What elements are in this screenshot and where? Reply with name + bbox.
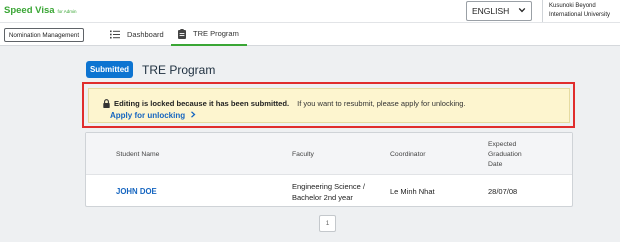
apply-for-unlocking-label: Apply for unlocking xyxy=(110,111,186,120)
logo-sub-text: for Admin xyxy=(57,9,77,14)
university-line-1: Kusunoki Beyond xyxy=(549,3,596,9)
language-value: ENGLISH xyxy=(472,6,510,16)
logo-main-text: Speed Visa xyxy=(4,5,55,16)
notice-message: Editing is locked because it has been su… xyxy=(103,99,466,108)
header-grad-line-1: Expected xyxy=(488,141,517,148)
nominations-table: Student Name Faculty Coordinator Expecte… xyxy=(85,132,573,207)
tab-dashboard-label: Dashboard xyxy=(127,30,164,39)
header-coordinator: Coordinator xyxy=(390,151,426,158)
graduation-date-cell: 28/07/08 xyxy=(488,187,518,196)
coordinator-cell: Le Minh Nhat xyxy=(390,187,435,196)
header-grad-line-3: Date xyxy=(488,161,503,168)
app-logo[interactable]: Speed Visa for Admin xyxy=(4,5,77,16)
list-icon xyxy=(110,30,120,39)
student-name-link[interactable]: JOHN DOE xyxy=(116,187,157,196)
page-header: Submitted TRE Program xyxy=(86,61,215,78)
apply-for-unlocking-link[interactable]: Apply for unlocking xyxy=(110,111,196,120)
lock-icon xyxy=(103,99,110,108)
faculty-cell: Engineering Science / Bachelor 2nd year xyxy=(292,181,365,203)
nav-bar: Nomination Management Dashboard TRE Prog… xyxy=(0,22,620,46)
locked-notice: Editing is locked because it has been su… xyxy=(88,88,570,123)
header-expected-graduation: Expected Graduation Date xyxy=(488,140,522,170)
notice-strong-text: Editing is locked because it has been su… xyxy=(114,99,290,108)
tab-dashboard[interactable]: Dashboard xyxy=(110,23,164,46)
faculty-line-2: Bachelor 2nd year xyxy=(292,193,353,202)
header-student-name: Student Name xyxy=(116,151,160,158)
table-header: Student Name Faculty Coordinator Expecte… xyxy=(86,133,572,175)
chevron-right-icon xyxy=(191,111,196,118)
nomination-management-button[interactable]: Nomination Management xyxy=(4,28,84,42)
tab-tre-program[interactable]: TRE Program xyxy=(171,23,247,46)
status-badge: Submitted xyxy=(86,61,133,78)
notice-body-text: If you want to resubmit, please apply fo… xyxy=(297,99,466,108)
header-faculty: Faculty xyxy=(292,151,314,158)
pagination-page-button[interactable]: 1 xyxy=(319,215,336,232)
locked-notice-highlight: Editing is locked because it has been su… xyxy=(82,82,575,128)
header-grad-line-2: Graduation xyxy=(488,151,522,158)
faculty-line-1: Engineering Science / xyxy=(292,182,365,191)
top-bar: Speed Visa for Admin ENGLISH Kusunoki Be… xyxy=(0,0,620,22)
university-line-2: International University xyxy=(549,12,611,18)
page-title: TRE Program xyxy=(142,62,216,77)
chevron-down-icon xyxy=(518,7,526,13)
clipboard-icon xyxy=(178,28,186,39)
tab-tre-program-label: TRE Program xyxy=(193,29,239,38)
language-select[interactable]: ENGLISH xyxy=(466,1,532,21)
university-name: Kusunoki Beyond International University xyxy=(542,0,620,22)
